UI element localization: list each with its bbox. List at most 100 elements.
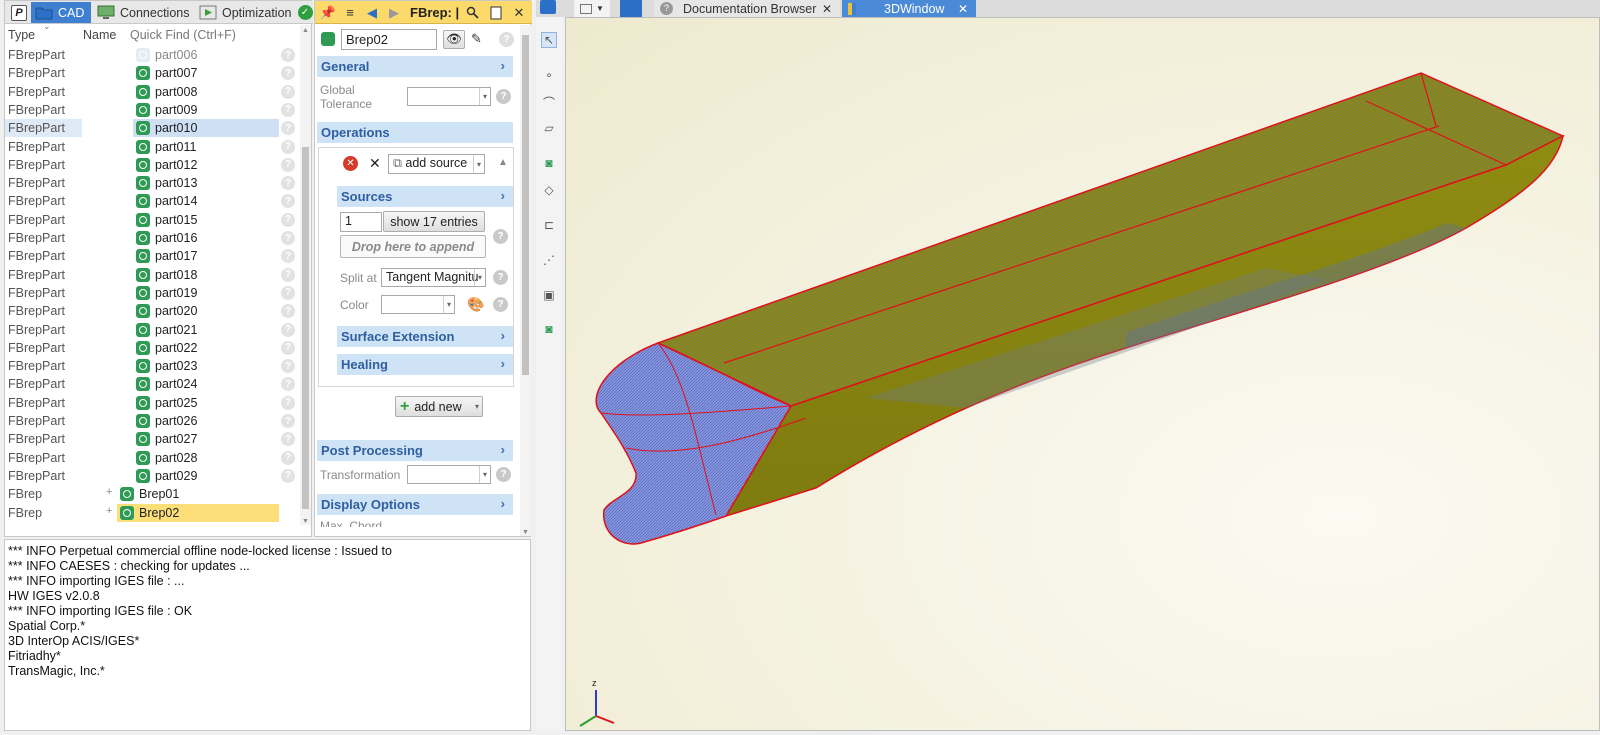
close-icon[interactable]: ✕ [511, 4, 527, 21]
tree-row[interactable]: FBrepPart part014? [5, 192, 298, 210]
tree-row[interactable]: FBrepPart part020? [5, 302, 298, 320]
property-scroll-thumb[interactable] [522, 35, 529, 375]
help-icon[interactable]: ? [499, 32, 514, 47]
tree-row[interactable]: FBrepPart part019? [5, 284, 298, 302]
tree-row[interactable]: FBrepPart part024? [5, 375, 298, 393]
visibility-eye-icon[interactable]: 👁 [443, 30, 465, 49]
curve-icon[interactable]: ⌒ [541, 94, 557, 110]
pin-icon[interactable]: 📌 [319, 4, 337, 21]
section-healing[interactable]: Healing › [337, 354, 513, 375]
tree-row[interactable]: FBrepPart part028? [5, 449, 298, 467]
split-at-combo[interactable]: Tangent Magnitu ▾ [381, 268, 486, 287]
tree-row[interactable]: FBrepPart part012? [5, 156, 298, 174]
section-post-processing[interactable]: Post Processing › [317, 440, 513, 461]
help-icon[interactable]: ? [281, 102, 295, 117]
tree-row[interactable]: FBrepPart part026? [5, 412, 298, 430]
scroll-up-icon[interactable]: ▲ [302, 27, 309, 34]
expand-icon[interactable]: + [106, 486, 112, 498]
help-icon[interactable]: ? [493, 297, 508, 312]
import-icon[interactable]: ⊏ [541, 217, 557, 233]
edit-icon[interactable]: ✎ [471, 31, 482, 47]
help-icon[interactable]: ? [281, 450, 295, 465]
scroll-down-icon[interactable]: ▼ [522, 529, 529, 536]
help-icon[interactable]: ? [281, 48, 295, 62]
help-icon[interactable]: ? [281, 249, 295, 264]
back-arrow-icon[interactable]: ◀ [363, 4, 381, 21]
3d-viewport[interactable]: z [565, 17, 1600, 731]
collapse-up-icon[interactable]: ▲ [498, 157, 508, 168]
tree-row[interactable]: FBrepPart part013? [5, 174, 298, 192]
brep-icon[interactable]: ◙ [541, 155, 557, 171]
help-icon[interactable]: ? [281, 304, 295, 319]
transformation-combo[interactable]: ▾ [407, 465, 491, 484]
help-icon[interactable]: ? [281, 285, 295, 300]
help-icon[interactable]: ? [281, 157, 295, 172]
tab-documentation-browser[interactable]: ? Documentation Browser ✕ [654, 0, 840, 17]
tree-scroll-thumb[interactable] [302, 147, 309, 509]
scroll-down-icon[interactable]: ▼ [302, 518, 309, 525]
folder-icon[interactable] [540, 0, 556, 14]
page-icon[interactable] [487, 4, 505, 21]
tab-project[interactable]: P [7, 2, 29, 23]
global-tolerance-combo[interactable]: ▾ [407, 87, 491, 106]
help-icon[interactable]: ? [281, 395, 295, 410]
drop-zone[interactable]: Drop here to append [340, 235, 486, 258]
section-sources[interactable]: Sources › [337, 186, 513, 207]
help-icon[interactable]: ? [281, 414, 295, 428]
section-display-options[interactable]: Display Options › [317, 494, 513, 515]
brep-icon[interactable]: ◙ [541, 321, 557, 337]
column-name[interactable]: Name [83, 28, 116, 42]
tree-row[interactable]: FBrep + Brep01 [5, 485, 298, 503]
help-icon[interactable]: ? [281, 267, 295, 282]
solid-icon[interactable]: ◇ [541, 182, 557, 198]
point-icon[interactable]: ∘ [541, 67, 557, 83]
camera-icon[interactable]: ▣ [541, 287, 557, 303]
help-icon[interactable]: ? [281, 194, 295, 209]
search-icon[interactable] [463, 4, 481, 21]
help-icon[interactable]: ? [281, 139, 295, 154]
color-combo[interactable]: ▾ [381, 295, 455, 314]
folder-tab-icon[interactable] [620, 0, 642, 17]
tree-row[interactable]: FBrepPart part007? [5, 64, 298, 82]
tree-row[interactable]: FBrep + Brep02 [5, 503, 298, 522]
tree-row[interactable]: FBrepPart part027? [5, 430, 298, 448]
tab-cad[interactable]: CAD [31, 2, 91, 23]
help-icon[interactable]: ? [281, 212, 295, 227]
tree-row[interactable]: FBrepPart part029? [5, 467, 298, 485]
expand-icon[interactable]: + [106, 505, 112, 517]
section-surface-extension[interactable]: Surface Extension › [337, 326, 513, 347]
help-icon[interactable]: ? [496, 467, 511, 482]
add-new-button[interactable]: + add new ▾ [395, 396, 483, 417]
tab-3dwindow[interactable]: 3DWindow ✕ [842, 0, 976, 17]
palette-icon[interactable]: 🎨 [467, 296, 484, 313]
tree-row[interactable]: FBrepPart part008? [5, 83, 298, 101]
help-icon[interactable]: ? [281, 432, 295, 447]
help-icon[interactable]: ? [281, 66, 295, 81]
help-icon[interactable]: ? [281, 176, 295, 191]
tree-row[interactable]: FBrepPart part025? [5, 394, 298, 412]
dotted-line-icon[interactable]: ⋰ [541, 252, 557, 268]
show-entries-button[interactable]: show 17 entries [383, 211, 485, 232]
delete-icon[interactable]: ✕ [369, 155, 381, 172]
tree-row[interactable]: FBrepPart part016? [5, 229, 298, 247]
console-output[interactable]: *** INFO Perpetual commercial offline no… [4, 539, 531, 731]
tree-row[interactable]: FBrepPart part022? [5, 339, 298, 357]
help-icon[interactable]: ? [281, 231, 295, 245]
help-icon[interactable]: ? [281, 377, 295, 392]
tree-row[interactable]: FBrepPart part021? [5, 321, 298, 339]
tree-row[interactable]: FBrepPart part011? [5, 138, 298, 156]
close-icon[interactable]: ✕ [958, 2, 968, 16]
help-icon[interactable]: ? [281, 468, 295, 483]
tree-row[interactable]: FBrepPart part018? [5, 266, 298, 284]
tree-row[interactable]: FBrepPart part006? [5, 46, 298, 64]
layout-dropdown[interactable]: ▼ [574, 0, 610, 17]
sources-index-field[interactable]: 1 [340, 212, 382, 232]
tree-row[interactable]: FBrepPart part015? [5, 211, 298, 229]
close-icon[interactable]: ✕ [822, 2, 832, 16]
tab-connections[interactable]: Connections [93, 2, 193, 23]
list-icon[interactable]: ≡ [341, 4, 359, 21]
surface-icon[interactable]: ▱ [541, 120, 557, 136]
tree-row[interactable]: FBrepPart part009? [5, 101, 298, 119]
quick-find-input[interactable]: Quick Find (Ctrl+F) [130, 28, 236, 42]
property-scrollbar[interactable]: ▼ [520, 25, 531, 536]
